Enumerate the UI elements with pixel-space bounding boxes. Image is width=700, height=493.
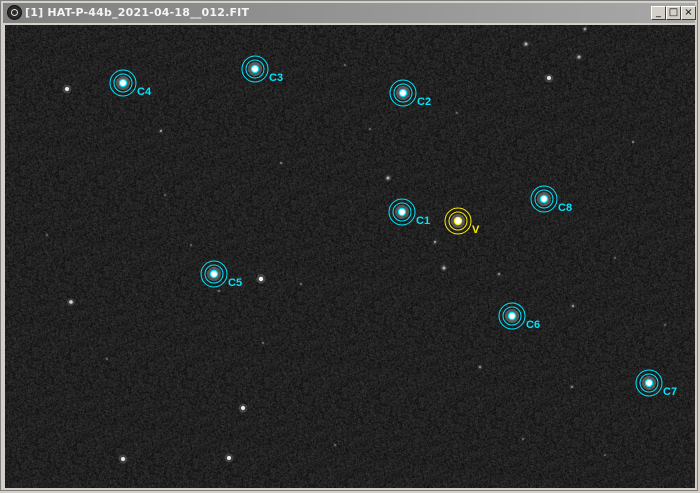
field-star <box>159 129 163 133</box>
aperture-marker-c4[interactable]: C4 <box>109 69 152 98</box>
field-star <box>632 141 634 143</box>
marker-label: C7 <box>663 386 677 398</box>
field-star <box>106 358 108 360</box>
marker-label: V <box>472 224 480 236</box>
aperture-marker-c1[interactable]: C1 <box>388 198 430 227</box>
field-star <box>433 240 437 244</box>
field-star <box>497 272 501 276</box>
marker-label: C2 <box>417 96 431 108</box>
field-star <box>241 406 245 410</box>
marker-label: C1 <box>416 215 430 227</box>
field-star <box>570 385 574 389</box>
field-star <box>227 456 231 460</box>
aperture-marker-c8[interactable]: C8 <box>530 185 572 214</box>
aperture-marker-c3[interactable]: C3 <box>241 55 283 84</box>
fits-image-view[interactable]: C4 C3 C2 C1 V C8 C5 C6 C7 <box>5 25 695 488</box>
field-star <box>577 55 581 59</box>
star-field[interactable]: C4 C3 C2 C1 V C8 C5 C6 C7 <box>5 25 695 488</box>
field-star <box>280 162 282 164</box>
field-star <box>614 257 616 259</box>
field-star <box>664 324 666 326</box>
aperture-marker-c2[interactable]: C2 <box>389 79 431 108</box>
field-star <box>69 300 73 304</box>
field-star <box>300 283 302 285</box>
aperture-marker-c7[interactable]: C7 <box>635 369 677 398</box>
close-button[interactable]: × <box>681 6 696 20</box>
field-star <box>190 244 192 246</box>
field-star <box>386 176 390 180</box>
field-star <box>121 457 125 461</box>
aperture-marker-c6[interactable]: C6 <box>498 302 540 331</box>
marker-label: C4 <box>137 86 152 98</box>
marker-label: C6 <box>526 319 540 331</box>
field-star <box>524 42 528 46</box>
field-star <box>262 342 264 344</box>
aperture-marker-c5[interactable]: C5 <box>200 260 242 289</box>
minimize-button[interactable]: _ <box>651 6 666 20</box>
maximize-button[interactable]: □ <box>666 6 681 20</box>
field-star <box>456 112 458 114</box>
field-star <box>65 87 69 91</box>
field-star <box>522 438 524 440</box>
image-window: [1] HAT-P-44b_2021-04-18__012.FIT _ □ × … <box>0 0 698 491</box>
field-star <box>218 290 220 292</box>
field-star <box>344 64 346 66</box>
field-star <box>46 234 48 236</box>
marker-label: C5 <box>228 277 242 289</box>
field-star <box>547 76 551 80</box>
marker-label: C8 <box>558 202 572 214</box>
field-star <box>164 194 166 196</box>
aperture-marker-v[interactable]: V <box>444 207 480 236</box>
field-star <box>334 444 336 446</box>
window-title: [1] HAT-P-44b_2021-04-18__012.FIT <box>25 6 250 19</box>
field-star <box>583 27 587 31</box>
field-star <box>369 128 371 130</box>
field-star <box>571 304 575 308</box>
title-bar[interactable]: [1] HAT-P-44b_2021-04-18__012.FIT _ □ × <box>3 3 696 23</box>
marker-label: C3 <box>269 72 283 84</box>
field-star <box>442 266 446 270</box>
field-star <box>258 276 264 282</box>
field-star <box>604 454 606 456</box>
field-star <box>478 365 482 369</box>
app-icon[interactable] <box>7 5 22 20</box>
